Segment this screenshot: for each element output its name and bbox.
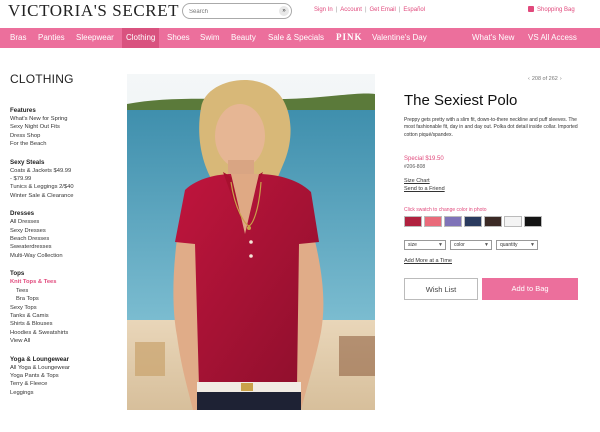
divider: | [335,7,338,13]
sidebar-item-shirts-blouses[interactable]: Shirts & Blouses [10,320,120,328]
nav-whats-new[interactable]: What's New [472,33,514,42]
espanol-link[interactable]: Español [403,7,425,13]
nav-sale-specials[interactable]: Sale & Specials [268,33,324,42]
nav-shoes[interactable]: Shoes [167,33,190,42]
product-title: The Sexiest Polo [404,92,518,109]
shopping-bag-link[interactable]: Shopping Bag [528,6,575,13]
account-links: Sign In | Account | Get Email | Español [314,7,425,13]
sidebar-group-dresses: Dresses All Dresses Sexy Dresses Beach D… [10,210,120,260]
sidebar-item-all-yoga[interactable]: All Yoga & Loungewear [10,364,120,372]
product-photo[interactable] [127,74,375,410]
sidebar-item-terry-fleece[interactable]: Terry & Fleece [10,380,120,388]
sidebar-heading: Sexy Steals [10,158,45,166]
color-swatch-5[interactable] [484,216,502,227]
sidebar-item-tanks-camis[interactable]: Tanks & Camis [10,312,120,320]
sidebar-group-yoga: Yoga & Loungewear All Yoga & Loungewear … [10,356,120,398]
swatch-hint: Click swatch to change color in photo [404,207,487,213]
product-options: size ▼ color ▼ quantity ▼ [404,240,538,250]
color-swatch-3[interactable] [444,216,462,227]
sidebar-item-leggings[interactable]: Leggings [10,389,120,397]
sidebar-item-multi-way[interactable]: Multi-Way Collection [10,252,120,260]
size-select-label: size [408,242,417,248]
sidebar-item-all-dresses[interactable]: All Dresses [10,218,120,226]
color-swatch-6[interactable] [504,216,522,227]
chevron-down-icon: ▼ [484,242,489,248]
color-swatch-4[interactable] [464,216,482,227]
chevron-down-icon: ▼ [438,242,443,248]
sidebar-item-knit-tops-tees[interactable]: Knit Tops & Tees [10,278,120,286]
size-select[interactable]: size ▼ [404,240,446,250]
quantity-select[interactable]: quantity ▼ [496,240,538,250]
shopping-bag-label: Shopping Bag [537,7,575,13]
product-price: Special $19.50 [404,156,444,162]
sidebar-item-bra-tops[interactable]: Bra Tops [10,295,120,303]
product-pager: ‹ 208 of 262 › [526,76,564,82]
add-more-link[interactable]: Add More at a Time [404,258,452,264]
sidebar-item-beach-dresses[interactable]: Beach Dresses [10,235,120,243]
search-submit-button[interactable]: » [279,6,289,16]
sidebar-item-winter-sale[interactable]: Winter Sale & Clearance [10,192,120,200]
sidebar-item-yoga-pants-tops[interactable]: Yoga Pants & Tops [10,372,120,380]
category-sidebar: CLOTHING Features What's New for Spring … [10,72,120,407]
sidebar-group-sexy-steals: Sexy Steals Coats & Jackets $49.99 - $79… [10,159,120,201]
sidebar-item-tunics-leggings[interactable]: Tunics & Leggings 2/$40 [10,183,120,191]
sidebar-item-sexy-dresses[interactable]: Sexy Dresses [10,227,120,235]
search-box[interactable]: » [182,3,292,19]
account-link[interactable]: Account [340,7,362,13]
add-to-bag-button[interactable]: Add to Bag [482,278,578,300]
color-swatch-7[interactable] [524,216,542,227]
category-title: CLOTHING [10,72,74,86]
quantity-select-label: quantity [500,242,518,248]
nav-clothing[interactable]: Clothing [122,28,160,48]
nav-sleepwear[interactable]: Sleepwear [76,33,114,42]
color-select-label: color [454,242,465,248]
nav-beauty[interactable]: Beauty [231,33,256,42]
sidebar-item-sexy-night-out[interactable]: Sexy Night Out Fits [10,123,120,131]
send-to-friend-link[interactable]: Send to a Friend [404,186,445,192]
product-sku: #206-808 [404,164,426,170]
color-select[interactable]: color ▼ [450,240,492,250]
wish-list-button[interactable]: Wish List [404,278,478,300]
sidebar-item-dress-shop[interactable]: Dress Shop [10,132,120,140]
main-nav: Bras Panties Sleepwear Clothing Shoes Sw… [0,28,600,48]
nav-panties[interactable]: Panties [38,33,65,42]
nav-pink[interactable]: PINK [336,32,363,42]
pager-count: 208 of 262 [531,76,558,82]
sidebar-group-features: Features What's New for Spring Sexy Nigh… [10,107,120,149]
nav-vs-all-access[interactable]: VS All Access [528,33,577,42]
sidebar-item-sweaterdresses[interactable]: Sweaterdresses [10,243,120,251]
nav-bras[interactable]: Bras [10,33,26,42]
divider: | [398,7,401,13]
sidebar-item-sexy-tops[interactable]: Sexy Tops [10,304,120,312]
chevron-down-icon: ▼ [530,242,535,248]
sidebar-group-tops: Tops Knit Tops & Tees Tees Bra Tops Sexy… [10,270,120,345]
nav-valentines-day[interactable]: Valentine's Day [372,33,427,42]
brand-logo[interactable]: VICTORIA'S SECRET [8,1,179,21]
sidebar-item-tees[interactable]: Tees [10,287,120,295]
sidebar-heading: Tops [10,270,25,278]
color-swatches [404,216,542,227]
sidebar-heading: Yoga & Loungewear [10,355,70,363]
sidebar-item-whats-new-spring[interactable]: What's New for Spring [10,115,120,123]
sidebar-item-coats-jackets[interactable]: Coats & Jackets $49.99 - $79.99 [10,167,74,184]
sidebar-item-for-the-beach[interactable]: For the Beach [10,140,120,148]
size-chart-link[interactable]: Size Chart [404,178,430,184]
prev-product-button[interactable]: ‹ [528,76,530,82]
color-swatch-1[interactable] [404,216,422,227]
search-input[interactable] [189,6,275,17]
sidebar-item-view-all[interactable]: View All [10,337,120,345]
sidebar-item-hoodies[interactable]: Hoodies & Sweatshirts [10,329,120,337]
color-swatch-2[interactable] [424,216,442,227]
next-product-button[interactable]: › [560,76,562,82]
top-bar: VICTORIA'S SECRET » Sign In|Account|Get … [0,0,600,24]
get-email-link[interactable]: Get Email [370,7,396,13]
product-description: Preppy gets pretty with a slim fit, down… [404,117,578,138]
divider: | [364,7,367,13]
shopping-bag-icon [528,6,534,12]
sidebar-heading: Dresses [10,210,35,218]
nav-swim[interactable]: Swim [200,33,220,42]
sign-in-link[interactable]: Sign In [314,7,333,13]
sidebar-heading: Features [10,107,36,114]
